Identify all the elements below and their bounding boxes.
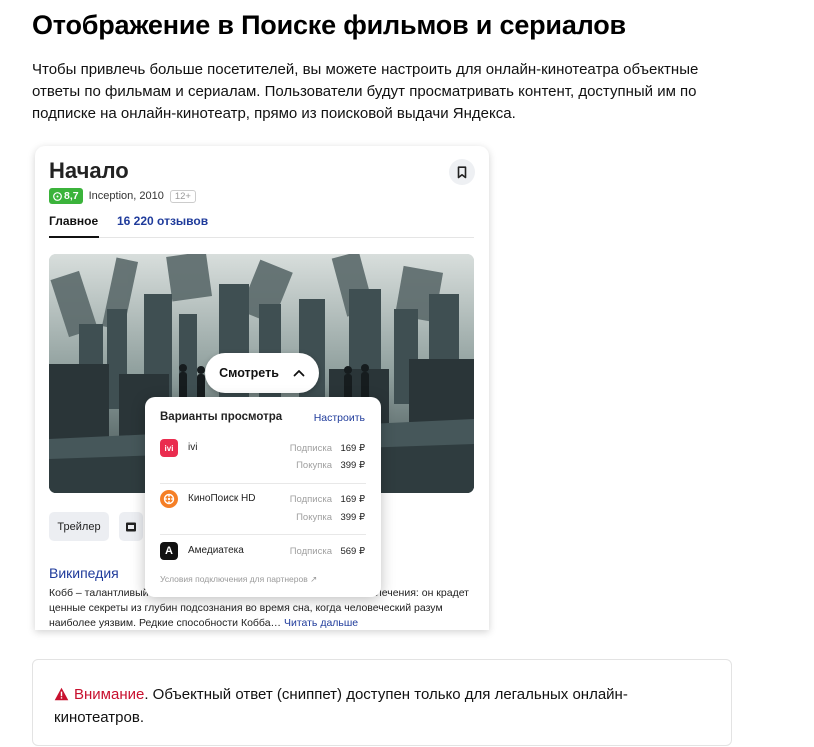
price-label: Подписка: [289, 494, 332, 505]
partner-terms-link[interactable]: Условия подключения для партнеров ↗: [160, 574, 317, 585]
film-original-title-year: Inception, 2010: [88, 190, 164, 202]
trailer-chip[interactable]: Трейлер: [49, 512, 109, 541]
film-meta: 8,7 Inception, 2010 12+: [49, 188, 196, 204]
provider-name-ivi[interactable]: ivi: [188, 442, 197, 453]
warning-icon: [54, 687, 69, 701]
rating-value: 8,7: [64, 190, 79, 202]
kinopoisk-hd-logo-icon: [160, 490, 178, 508]
divider: [160, 534, 366, 535]
watch-button[interactable]: Смотреть: [205, 353, 319, 393]
price-value[interactable]: 399 ₽: [325, 512, 365, 523]
price-value[interactable]: 169 ₽: [325, 443, 365, 454]
tab-reviews[interactable]: 16 220 отзывов: [117, 214, 208, 228]
price-label: Подписка: [289, 443, 332, 454]
tab-main[interactable]: Главное: [49, 214, 100, 238]
ivi-logo-icon: ivi: [160, 439, 178, 457]
film-snippet-preview: Начало 8,7 Inception, 2010 12+ Главное 1…: [35, 146, 489, 630]
bookmark-icon: [457, 165, 467, 178]
watch-button-label: Смотреть: [219, 366, 279, 380]
price-value[interactable]: 169 ₽: [325, 494, 365, 505]
film-title: Начало: [49, 158, 129, 183]
kinopoisk-icon: [53, 191, 62, 201]
price-value[interactable]: 569 ₽: [325, 546, 365, 557]
wikipedia-link[interactable]: Википедия: [49, 565, 119, 581]
wiki-text-start: Кобб – талантливый: [49, 587, 149, 599]
amediateka-logo-icon: A: [160, 542, 178, 560]
intro-text: Чтобы привлечь больше посетителей, вы мо…: [32, 61, 699, 122]
price-label: Покупка: [296, 460, 332, 471]
snippet-tabs: Главное 16 220 отзывов: [49, 214, 474, 238]
wiki-text-end: лечения: он крадет: [375, 587, 469, 599]
trailer-chip-label: Трейлер: [57, 520, 101, 533]
viewing-options-popup: Варианты просмотра Настроить ivi ivi Под…: [145, 397, 381, 597]
provider-name-kinopoisk[interactable]: КиноПоиск HD: [188, 493, 255, 504]
rating-badge: 8,7: [49, 188, 83, 204]
bookmark-button[interactable]: [449, 159, 475, 185]
chevron-up-icon: [293, 370, 305, 377]
age-rating: 12+: [169, 189, 196, 203]
price-value[interactable]: 399 ₽: [325, 460, 365, 471]
warning-notice: Внимание. Объектный ответ (сниппет) дост…: [32, 659, 732, 746]
media-chip[interactable]: [119, 512, 143, 541]
price-label: Подписка: [289, 546, 332, 557]
provider-name-amediateka[interactable]: Амедиатека: [188, 545, 244, 556]
wiki-text-rest: ценные секреты из глубин подсознания во …: [49, 602, 443, 629]
configure-link[interactable]: Настроить: [314, 412, 365, 424]
read-more-link[interactable]: Читать дальше: [284, 617, 358, 629]
notice-label: Внимание: [74, 686, 145, 703]
film-icon: [126, 522, 136, 531]
divider: [160, 483, 366, 484]
price-label: Покупка: [296, 512, 332, 523]
notice-text: Внимание. Объектный ответ (сниппет) дост…: [54, 683, 694, 729]
popup-title: Варианты просмотра: [160, 411, 283, 423]
page-title: Отображение в Поиске фильмов и сериалов: [32, 10, 626, 40]
